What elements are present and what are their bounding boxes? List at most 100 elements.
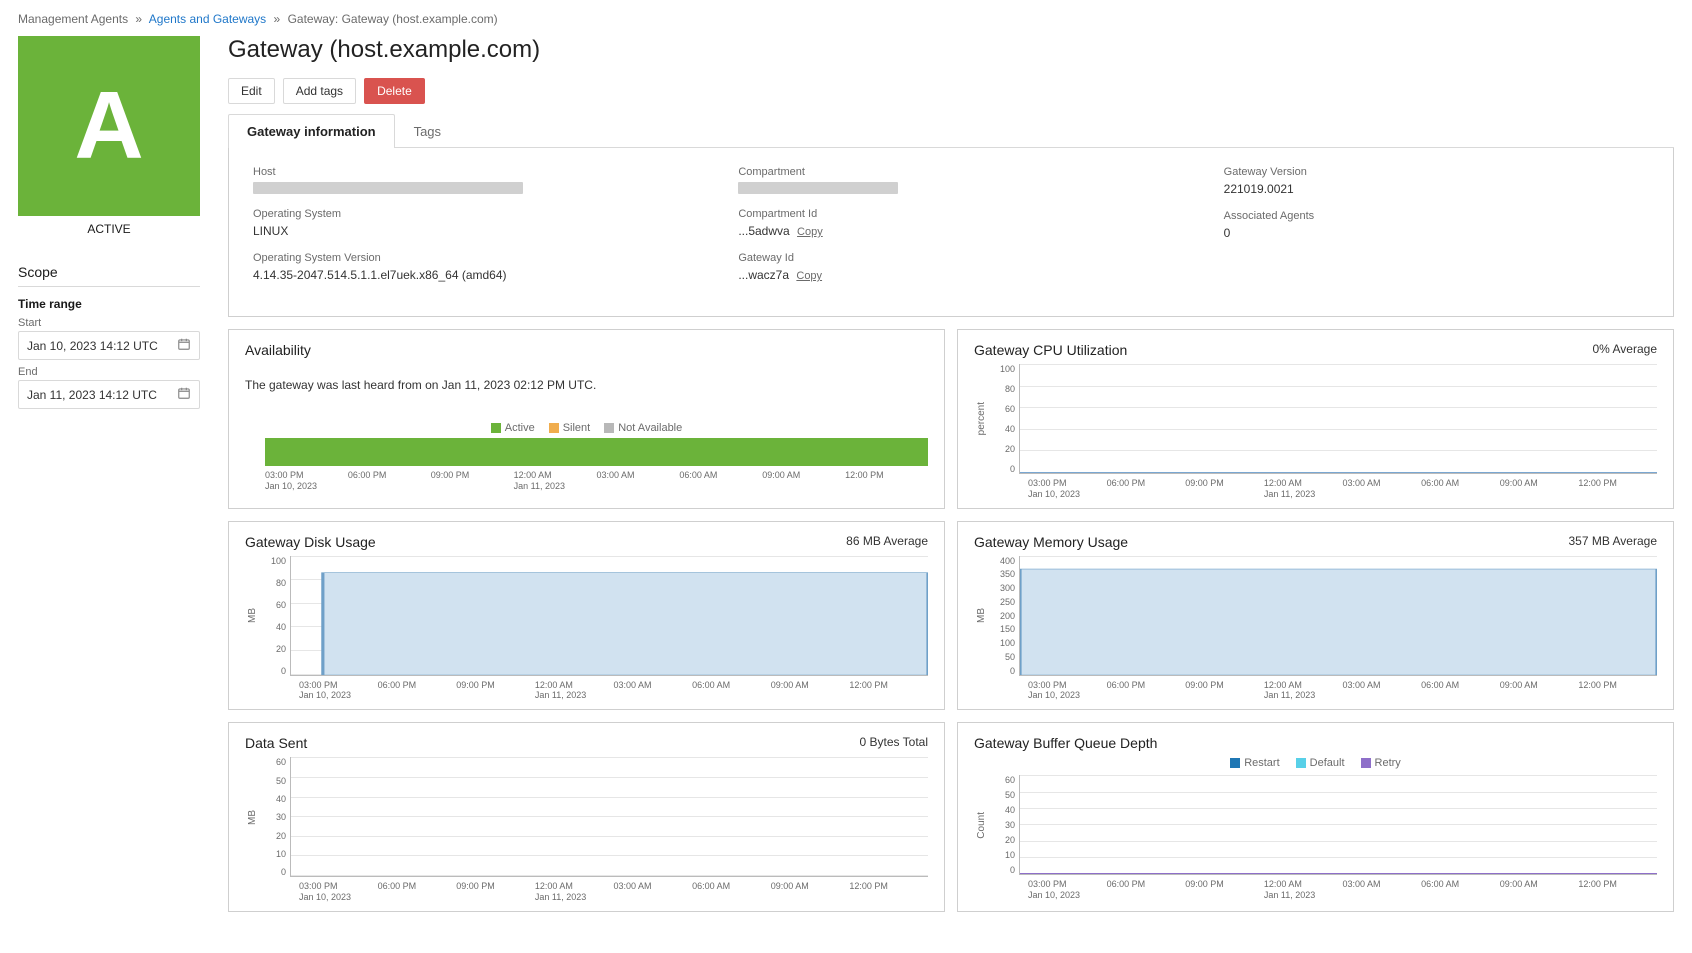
panel-availability: Availability The gateway was last heard … bbox=[228, 329, 945, 509]
legend-not-available: Not Available bbox=[604, 422, 682, 434]
cpu-xaxis: 03:00 PMJan 10, 202306:00 PM09:00 PM12:0… bbox=[1028, 478, 1657, 500]
status-letter: A bbox=[74, 71, 143, 181]
mem-area bbox=[1020, 556, 1657, 675]
mem-xaxis: 03:00 PMJan 10, 202306:00 PM09:00 PM12:0… bbox=[1028, 680, 1657, 702]
sent-title: Data Sent bbox=[245, 735, 928, 751]
square-icon bbox=[491, 423, 501, 433]
cpu-plot bbox=[1019, 364, 1657, 474]
time-range-label: Time range bbox=[18, 297, 200, 311]
availability-legend: Active Silent Not Available bbox=[245, 422, 928, 434]
cpu-summary: 0% Average bbox=[1593, 342, 1658, 356]
gwver-value: 221019.0021 bbox=[1224, 182, 1649, 196]
square-icon bbox=[1296, 758, 1306, 768]
osver-value: 4.14.35-2047.514.5.1.1.el7uek.x86_64 (am… bbox=[253, 268, 678, 282]
copy-compid-link[interactable]: Copy bbox=[797, 226, 823, 238]
cpu-line bbox=[1020, 472, 1657, 473]
osver-label: Operating System Version bbox=[253, 252, 678, 264]
end-label: End bbox=[18, 366, 200, 378]
breadcrumb-root: Management Agents bbox=[18, 12, 128, 26]
compartment-label: Compartment bbox=[738, 166, 1163, 178]
disk-title: Gateway Disk Usage bbox=[245, 534, 928, 550]
tab-gateway-information[interactable]: Gateway information bbox=[228, 114, 395, 148]
assoc-label: Associated Agents bbox=[1224, 210, 1649, 222]
page-title: Gateway (host.example.com) bbox=[228, 36, 1674, 64]
square-icon bbox=[549, 423, 559, 433]
host-value-placeholder bbox=[253, 182, 523, 194]
disk-plot bbox=[290, 556, 928, 676]
queue-plot bbox=[1019, 775, 1657, 875]
availability-bar bbox=[265, 438, 928, 466]
square-icon bbox=[1361, 758, 1371, 768]
queue-xaxis: 03:00 PMJan 10, 202306:00 PM09:00 PM12:0… bbox=[1028, 879, 1657, 901]
availability-text: The gateway was last heard from on Jan 1… bbox=[245, 378, 928, 392]
os-value: LINUX bbox=[253, 224, 678, 238]
compartment-value-placeholder bbox=[738, 182, 898, 194]
panel-queue: Gateway Buffer Queue Depth Restart Defau… bbox=[957, 722, 1674, 912]
breadcrumb-link[interactable]: Agents and Gateways bbox=[149, 12, 266, 26]
sent-yticks: 6050403020100 bbox=[260, 757, 290, 877]
sent-plot bbox=[290, 757, 928, 877]
mem-plot bbox=[1019, 556, 1657, 676]
mem-yticks: 400350300250200150100500 bbox=[989, 556, 1019, 676]
compid-label: Compartment Id bbox=[738, 208, 1163, 220]
delete-button[interactable]: Delete bbox=[364, 78, 425, 104]
cpu-ylabel: percent bbox=[974, 402, 989, 435]
legend-silent: Silent bbox=[549, 422, 591, 434]
scope-heading: Scope bbox=[18, 264, 200, 280]
disk-area bbox=[291, 556, 928, 675]
panel-memory: Gateway Memory Usage 357 MB Average MB 4… bbox=[957, 521, 1674, 711]
panel-data-sent: Data Sent 0 Bytes Total MB 6050403020100… bbox=[228, 722, 945, 912]
status-label: ACTIVE bbox=[18, 222, 200, 236]
queue-title: Gateway Buffer Queue Depth bbox=[974, 735, 1657, 751]
disk-ylabel: MB bbox=[245, 608, 260, 623]
disk-yticks: 100806040200 bbox=[260, 556, 290, 676]
compid-value: ...5adwva Copy bbox=[738, 224, 1163, 238]
edit-button[interactable]: Edit bbox=[228, 78, 275, 104]
mem-ylabel: MB bbox=[974, 608, 989, 623]
tab-tags[interactable]: Tags bbox=[395, 114, 460, 148]
end-date-input[interactable]: Jan 11, 2023 14:12 UTC bbox=[18, 380, 200, 409]
cpu-yticks: 100806040200 bbox=[989, 364, 1019, 474]
panel-disk: Gateway Disk Usage 86 MB Average MB 1008… bbox=[228, 521, 945, 711]
availability-xaxis: 03:00 PMJan 10, 202306:00 PM09:00 PM12:0… bbox=[265, 470, 928, 492]
disk-xaxis: 03:00 PMJan 10, 202306:00 PM09:00 PM12:0… bbox=[299, 680, 928, 702]
legend-active: Active bbox=[491, 422, 535, 434]
calendar-icon bbox=[177, 337, 191, 354]
os-label: Operating System bbox=[253, 208, 678, 220]
assoc-value: 0 bbox=[1224, 226, 1649, 240]
sent-summary: 0 Bytes Total bbox=[860, 735, 928, 749]
gwid-label: Gateway Id bbox=[738, 252, 1163, 264]
sent-xaxis: 03:00 PMJan 10, 202306:00 PM09:00 PM12:0… bbox=[299, 881, 928, 903]
end-date-value: Jan 11, 2023 14:12 UTC bbox=[27, 388, 157, 402]
start-date-value: Jan 10, 2023 14:12 UTC bbox=[27, 339, 158, 353]
panel-cpu: Gateway CPU Utilization 0% Average perce… bbox=[957, 329, 1674, 509]
calendar-icon bbox=[177, 386, 191, 403]
tabs: Gateway information Tags bbox=[228, 114, 1674, 148]
status-tile: A bbox=[18, 36, 200, 216]
availability-title: Availability bbox=[245, 342, 928, 358]
start-label: Start bbox=[18, 317, 200, 329]
gwid-value: ...wacz7a Copy bbox=[738, 268, 1163, 282]
queue-yticks: 6050403020100 bbox=[989, 775, 1019, 875]
sent-ylabel: MB bbox=[245, 810, 260, 825]
queue-legend: Restart Default Retry bbox=[974, 757, 1657, 769]
breadcrumb-current: Gateway: Gateway (host.example.com) bbox=[288, 12, 498, 26]
breadcrumb: Management Agents » Agents and Gateways … bbox=[18, 12, 1674, 26]
square-icon bbox=[604, 423, 614, 433]
start-date-input[interactable]: Jan 10, 2023 14:12 UTC bbox=[18, 331, 200, 360]
queue-ylabel: Count bbox=[974, 812, 989, 839]
info-panel: Host Operating System LINUX Operating Sy… bbox=[228, 148, 1674, 317]
mem-summary: 357 MB Average bbox=[1568, 534, 1657, 548]
cpu-title: Gateway CPU Utilization bbox=[974, 342, 1657, 358]
square-icon bbox=[1230, 758, 1240, 768]
legend-retry: Retry bbox=[1361, 757, 1401, 769]
legend-default: Default bbox=[1296, 757, 1345, 769]
disk-summary: 86 MB Average bbox=[846, 534, 928, 548]
gwver-label: Gateway Version bbox=[1224, 166, 1649, 178]
copy-gwid-link[interactable]: Copy bbox=[796, 270, 822, 282]
queue-line bbox=[1020, 873, 1657, 874]
host-label: Host bbox=[253, 166, 678, 178]
mem-title: Gateway Memory Usage bbox=[974, 534, 1657, 550]
legend-restart: Restart bbox=[1230, 757, 1279, 769]
add-tags-button[interactable]: Add tags bbox=[283, 78, 356, 104]
